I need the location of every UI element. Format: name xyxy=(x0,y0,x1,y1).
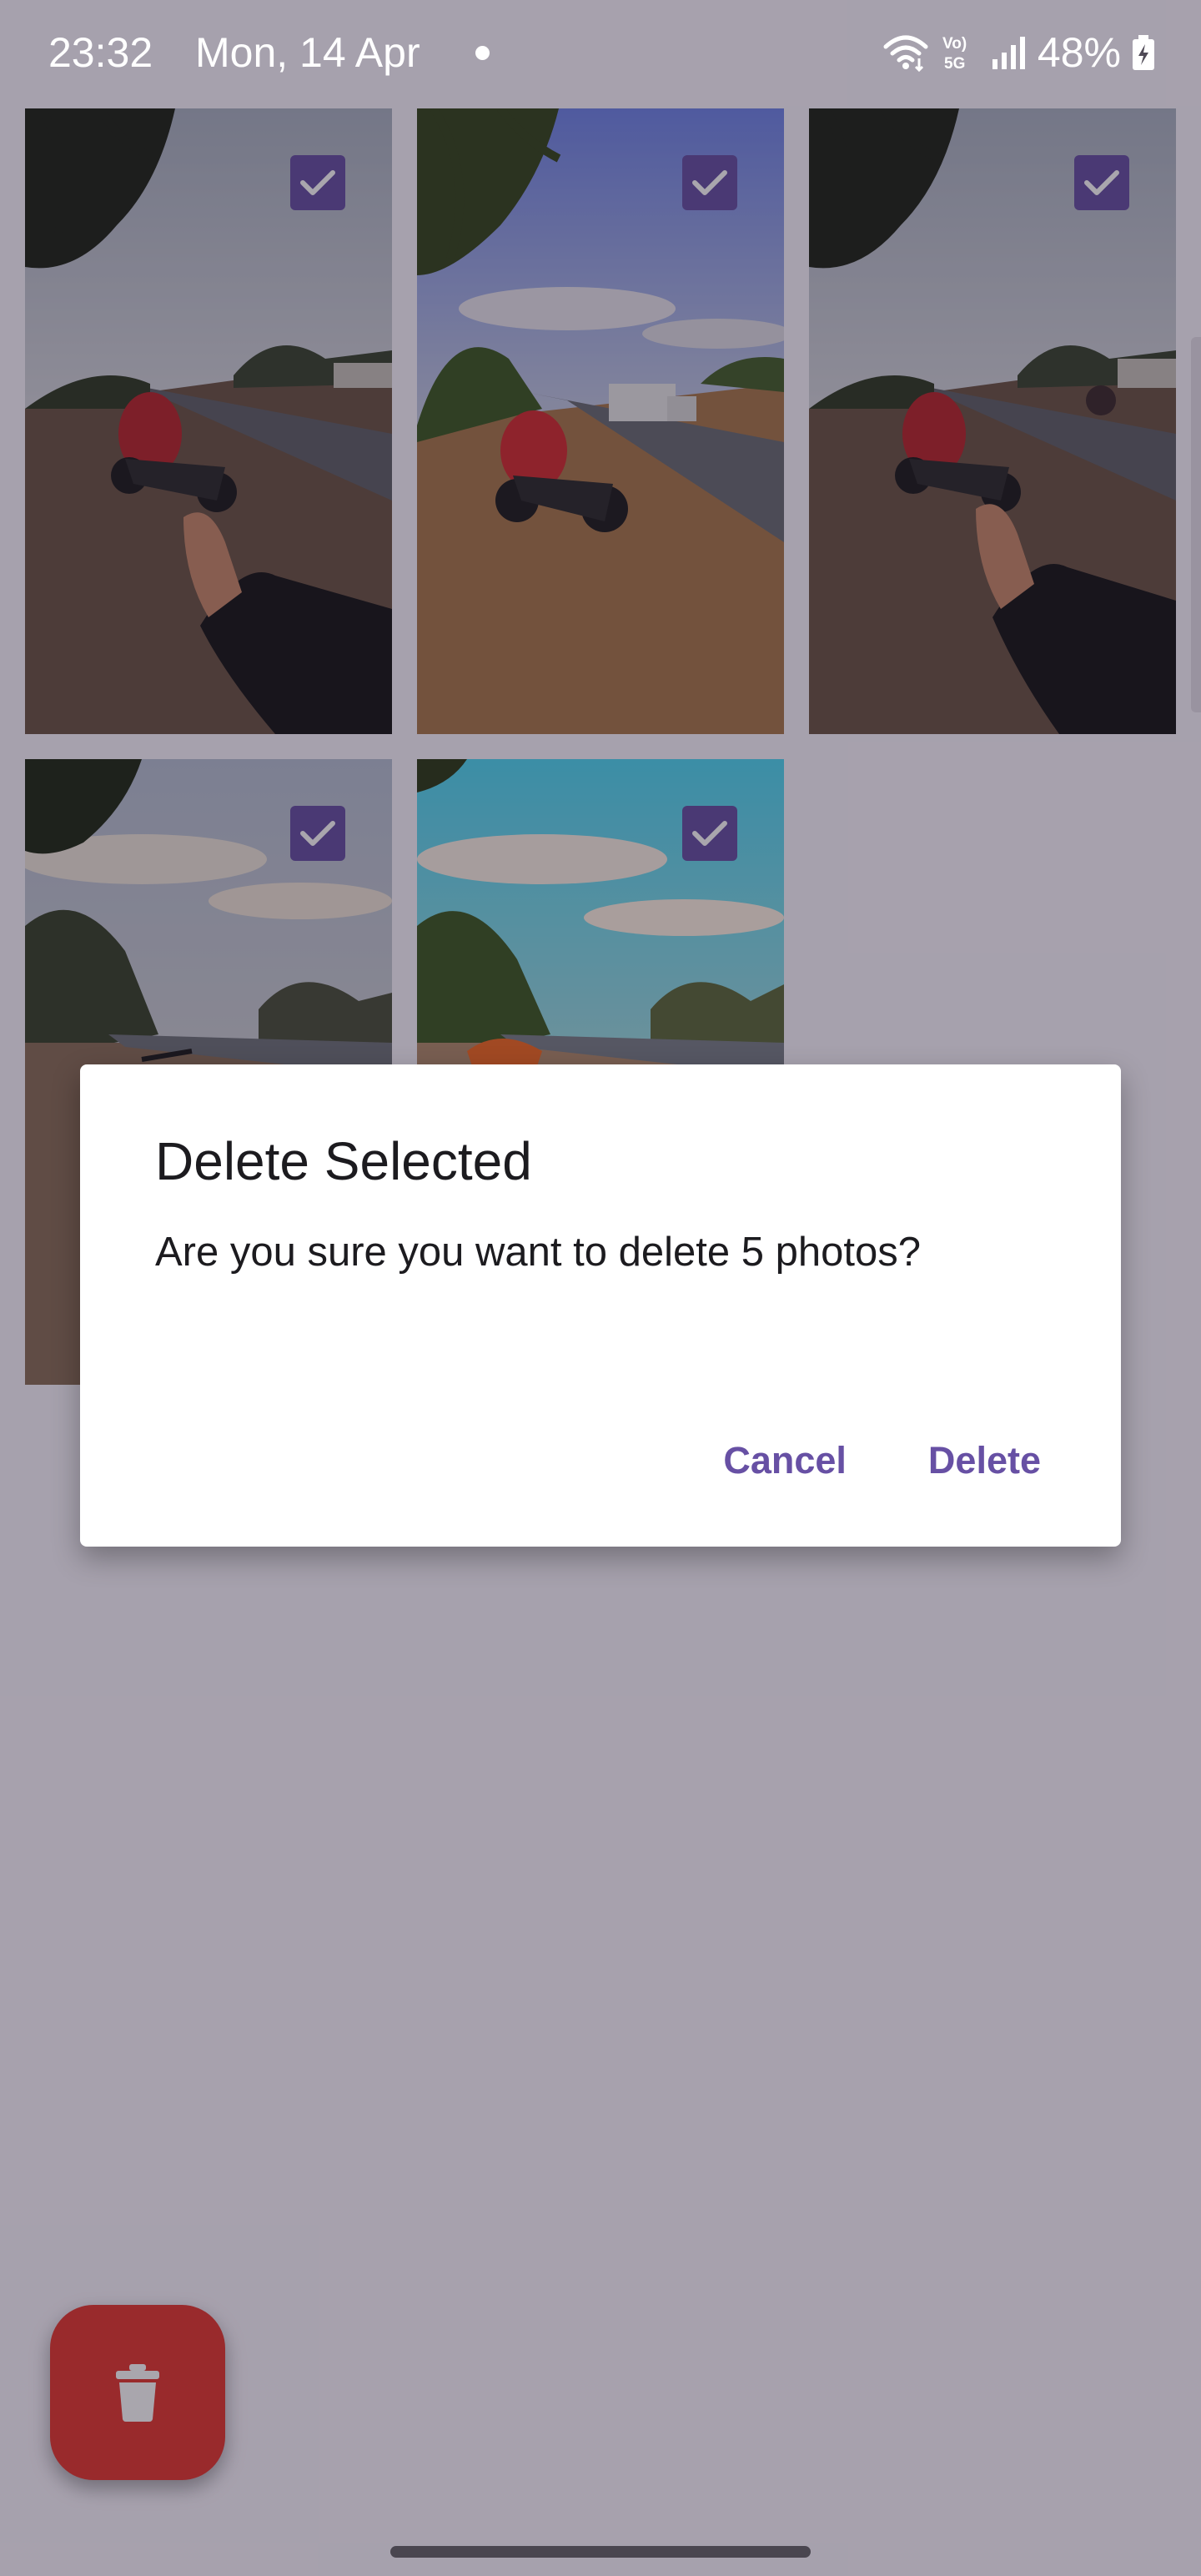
notification-dot-icon xyxy=(475,46,490,60)
status-time: 23:32 xyxy=(48,29,153,76)
wifi-icon xyxy=(883,35,928,72)
battery-charging-icon xyxy=(1133,35,1154,70)
dialog-actions: Cancel Delete xyxy=(723,1426,1041,1495)
svg-text:5G: 5G xyxy=(944,55,965,73)
delete-button[interactable]: Delete xyxy=(928,1426,1041,1495)
status-bar: 23:32 Mon, 14 Apr Vo) 5G 48% xyxy=(0,0,1201,103)
dialog-message: Are you sure you want to delete 5 photos… xyxy=(155,1230,921,1275)
status-icons: Vo) 5G 48% xyxy=(882,25,1156,80)
delete-confirmation-dialog: Delete Selected Are you sure you want to… xyxy=(80,1064,1121,1547)
status-date: Mon, 14 Apr xyxy=(195,29,420,76)
battery-percent: 48% xyxy=(1037,29,1121,76)
volte-5g-icon: Vo) 5G xyxy=(942,35,967,73)
dialog-title: Delete Selected xyxy=(155,1131,532,1191)
svg-text:Vo): Vo) xyxy=(942,35,967,53)
signal-icon xyxy=(992,37,1025,69)
cancel-button[interactable]: Cancel xyxy=(723,1426,847,1495)
gesture-navigation-bar[interactable] xyxy=(390,2546,811,2558)
